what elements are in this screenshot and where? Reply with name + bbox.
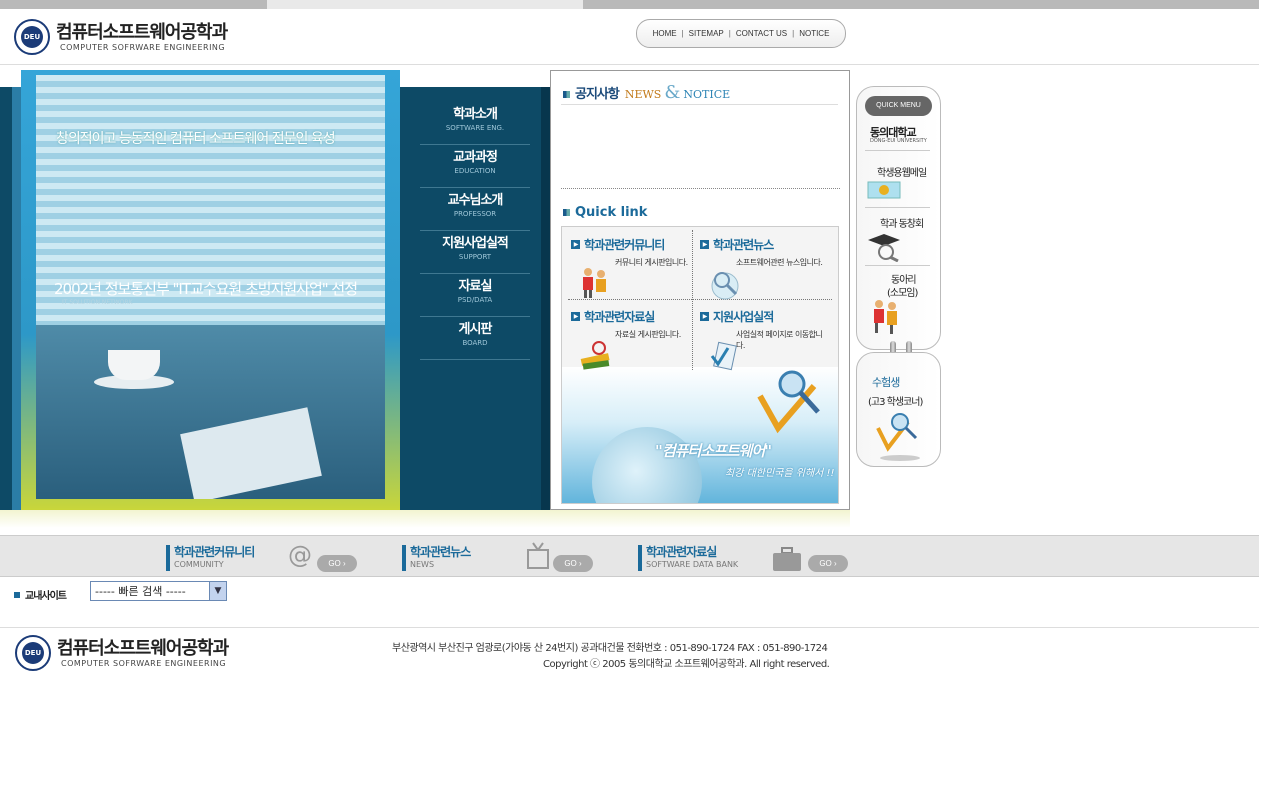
nav-home-link[interactable]: HOME (653, 29, 677, 38)
university-seal-icon: DEU (15, 635, 51, 671)
play-icon: ▶ (571, 312, 580, 321)
quick-link-support[interactable]: ▶ 지원사업실적 사업실적 페이지로 이동합니다. (700, 308, 830, 376)
quick-menu-exam: 수험생 (872, 376, 900, 389)
nav-separator: | (792, 29, 795, 38)
quick-menu-divider (865, 265, 930, 266)
go-button-data[interactable]: GO › (808, 555, 848, 572)
notice-title[interactable]: 공지사항 NEWS & NOTICE (563, 82, 730, 103)
bullet-icon (563, 91, 570, 98)
side-menu: 학과소개 SOFTWARE ENG. 교과과정 EDUCATION 교수님소개 … (420, 102, 530, 360)
top-strip-highlight (267, 0, 583, 9)
campus-sites-label: 교내사이트 (14, 587, 67, 602)
side-menu-item-professor[interactable]: 교수님소개 PROFESSOR (420, 188, 530, 231)
side-menu-item-education[interactable]: 교과과정 EDUCATION (420, 145, 530, 188)
hero-achievement: 2002년 정보통신부 "IT교수요원 초빙지원사업" 선정 (54, 280, 358, 298)
hero-stripe (541, 87, 550, 510)
header-logo[interactable]: DEU 컴퓨터소프트웨어공학과 COMPUTER SOFRWARE ENGINE… (14, 19, 228, 55)
logo-subtitle: COMPUTER SOFRWARE ENGINEERING (60, 42, 226, 52)
footer-address: 부산광역시 부산진구 엄광로(가야동 산 24번지) 공과대건물 전화번호 : … (392, 643, 828, 654)
nav-contact-link[interactable]: CONTACT US (736, 29, 787, 38)
side-menu-item-support[interactable]: 지원사업실적 SUPPORT (420, 231, 530, 274)
shadow-disc (880, 455, 920, 461)
chevron-down-icon[interactable]: ▼ (209, 582, 226, 600)
briefcase-icon (773, 547, 801, 571)
quick-menu-alumni[interactable]: 학과 동창회 (880, 215, 924, 230)
quick-menu-divider (865, 207, 930, 208)
quick-menu-exam-sub: (고3 학생코너) (868, 397, 923, 408)
nav-notice-link[interactable]: NOTICE (799, 29, 829, 38)
hero-headline: 창의적이고 능동적인 컴퓨터 소프트웨어 전문인 육성 (56, 131, 336, 147)
bottom-link-community[interactable]: 학과관련커뮤니티 COMMUNITY (166, 545, 255, 571)
footer-logo-subtitle: COMPUTER SOFRWARE ENGINEERING (61, 658, 227, 668)
magnifier-check-icon (876, 413, 918, 452)
notice-bottom-divider (561, 188, 840, 189)
footer-logo-title: 컴퓨터소프트웨어공학과 (57, 637, 229, 659)
header-divider (0, 64, 1259, 65)
nav-separator: | (728, 29, 731, 38)
tv-icon (527, 542, 549, 569)
people-icon (874, 300, 897, 334)
nav-sitemap-link[interactable]: SITEMAP (689, 29, 724, 38)
side-menu-item-data[interactable]: 자료실 PSD/DATA (420, 274, 530, 317)
bullet-icon (563, 209, 570, 216)
magnifier-cd-icon (711, 272, 739, 300)
at-sign-icon: @ (288, 541, 312, 569)
logo-title: 컴퓨터소프트웨어공학과 (56, 21, 228, 43)
top-nav: HOME | SITEMAP | CONTACT US | NOTICE (636, 19, 846, 48)
bullet-icon (14, 591, 20, 598)
bottom-link-news[interactable]: 학과관련뉴스 NEWS (402, 545, 471, 571)
side-menu-item-board[interactable]: 게시판 BOARD (420, 317, 530, 360)
play-icon: ▶ (571, 240, 580, 249)
magnifier-check-icon (757, 370, 820, 434)
graduation-cap-icon (868, 234, 900, 262)
hero-stripe (12, 87, 21, 510)
notice-divider (561, 104, 838, 105)
campus-sites-select[interactable]: ----- 빠른 검색 ----- ▼ (90, 581, 227, 601)
quick-menu-webmail[interactable]: 학생용웹메일 (877, 164, 927, 179)
document-check-icon (710, 341, 737, 371)
mail-icon (867, 181, 901, 199)
coffee-cup-icon (108, 350, 160, 380)
hero-achievement-sub: IT SOLUTION NETWORK (62, 299, 133, 306)
nav-separator: | (681, 29, 684, 38)
play-icon: ▶ (700, 240, 709, 249)
books-icon (580, 341, 610, 370)
side-menu-item-about[interactable]: 학과소개 SOFTWARE ENG. (420, 102, 530, 145)
go-button-community[interactable]: GO › (317, 555, 357, 572)
quick-link-title: Quick link (563, 205, 647, 220)
quick-link-news[interactable]: ▶ 학과관련뉴스 소프트웨어관련 뉴스입니다. (700, 236, 830, 304)
quick-link-slogan: "컴퓨터소프트웨어" (655, 442, 772, 460)
quick-menu-badge: QUICK MENU (865, 96, 932, 116)
footer-divider (0, 627, 1259, 628)
footer-copyright: Copyright ⓒ 2005 동의대학교 소프트웨어공학과. All rig… (543, 659, 830, 670)
people-icon (583, 268, 606, 298)
hero-bottom-fade (0, 510, 850, 528)
quick-link-slogan-sub: 최강 대한민국을 위해서 !! (725, 468, 835, 479)
play-icon: ▶ (700, 312, 709, 321)
bottom-link-data[interactable]: 학과관련자료실 SOFTWARE DATA BANK (638, 545, 738, 571)
quick-menu-divider (865, 150, 930, 151)
university-seal-icon: DEU (14, 19, 50, 55)
top-strip (0, 0, 1259, 9)
footer-logo: DEU 컴퓨터소프트웨어공학과 COMPUTER SOFRWARE ENGINE… (15, 635, 229, 671)
quick-link-community[interactable]: ▶ 학과관련커뮤니티 커뮤니티 게시판입니다. (571, 236, 701, 304)
quick-menu-university-en: DONG-EUI UNIVERSITY (870, 138, 927, 144)
quick-menu-club-sub[interactable]: (소모임) (887, 284, 918, 299)
quick-link-data[interactable]: ▶ 학과관련자료실 자료실 게시판입니다. (571, 308, 701, 376)
go-button-news[interactable]: GO › (553, 555, 593, 572)
